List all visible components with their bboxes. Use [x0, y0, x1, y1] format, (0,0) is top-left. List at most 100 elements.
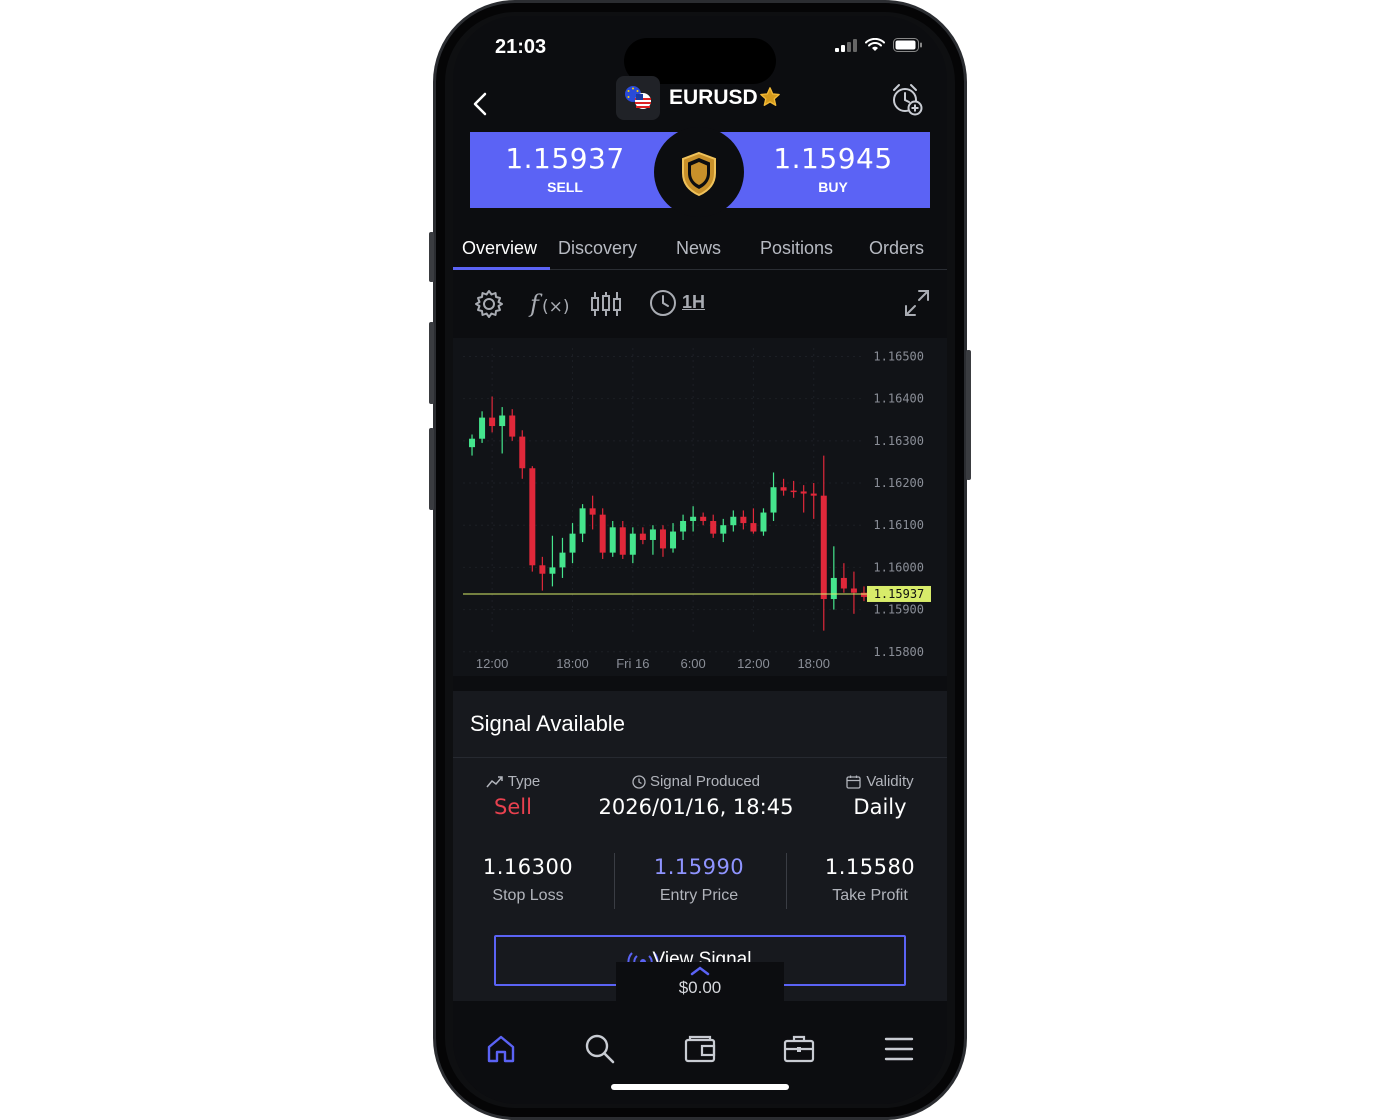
x-tick-label: 18:00 [556, 656, 589, 671]
battery-icon [893, 38, 922, 52]
nav-wallet[interactable] [680, 1029, 720, 1069]
candlestick-chart-icon[interactable] [590, 288, 622, 320]
clock-icon[interactable] [648, 288, 678, 318]
candle-body [559, 552, 566, 568]
bottom-nav [453, 1001, 947, 1104]
nav-home[interactable] [481, 1029, 521, 1069]
candle-body [840, 577, 847, 589]
candle-body [589, 508, 596, 515]
cellular-signal-icon [835, 39, 857, 52]
power-button [966, 350, 971, 480]
signal-produced: Signal Produced 2026/01/16, 18:45 [585, 773, 807, 819]
take-profit-label: Take Profit [832, 887, 908, 904]
x-tick-label: 12:00 [737, 656, 770, 671]
candle-body [750, 523, 757, 532]
candle-body [770, 487, 777, 513]
currency-flags-icon [616, 76, 660, 120]
candle-body [680, 520, 687, 532]
status-bar: 21:03 [453, 16, 947, 84]
y-tick-label: 1.15900 [873, 603, 924, 617]
candle-body [659, 529, 666, 549]
y-tick-label: 1.16200 [873, 476, 924, 490]
entry-price: 1.15990 Entry Price [624, 855, 774, 905]
type-value: Sell [494, 795, 532, 819]
nav-search[interactable] [580, 1029, 620, 1069]
price-chart[interactable]: 1.16500 1.16400 1.16300 1.16200 1.16100 1.160… [453, 338, 947, 676]
favorite-star-icon[interactable] [759, 86, 781, 108]
divider [614, 853, 615, 909]
candle-body [810, 493, 817, 496]
timeframe-selector[interactable]: 1H [682, 292, 705, 313]
take-profit: 1.15580 Take Profit [795, 855, 945, 905]
validity-value: Daily [853, 795, 907, 819]
candle-body [549, 567, 556, 574]
candle-body [860, 592, 867, 597]
candle-body [569, 533, 576, 553]
back-button[interactable] [465, 84, 495, 124]
pair-title: EURUSD [669, 86, 758, 109]
app-screen: 21:03 EURUSD 1.15937 SELL 1.15945 BUY Ov… [453, 16, 947, 1104]
candle-body [619, 527, 626, 555]
y-tick-label: 1.16000 [873, 560, 924, 574]
protection-button[interactable] [654, 127, 744, 217]
tab-discovery[interactable]: Discovery [558, 238, 637, 259]
y-tick-label: 1.16100 [873, 518, 924, 532]
signal-type: Type Sell [467, 773, 559, 819]
section-tabs: Overview Discovery News Positions Orders [453, 230, 947, 270]
entry-price-label: Entry Price [659, 887, 739, 904]
y-tick-label: 1.15800 [873, 645, 924, 659]
candle-body [800, 491, 807, 494]
tab-news[interactable]: News [676, 238, 721, 259]
candle-body [599, 514, 606, 553]
home-indicator [611, 1084, 789, 1090]
candlestick-chart[interactable]: 1.16500 1.16400 1.16300 1.16200 1.16100 1.160… [453, 338, 947, 676]
balance-amount: $0.00 [678, 978, 722, 997]
candle-body [740, 516, 747, 524]
buy-button[interactable]: 1.15945 BUY [738, 142, 928, 195]
y-tick-label: 1.16500 [873, 349, 924, 363]
mute-switch [429, 232, 434, 282]
candle-body [820, 495, 827, 600]
current-price-label: 1.15937 [874, 587, 925, 601]
x-tick-label: 12:00 [476, 656, 509, 671]
indicators-icon[interactable]: f (×) [528, 288, 568, 320]
nav-menu[interactable] [879, 1029, 919, 1069]
sell-button[interactable]: 1.15937 SELL [470, 142, 660, 195]
signal-validity: Validity Daily [833, 773, 927, 819]
calendar-icon [846, 775, 862, 789]
candle-body [730, 516, 737, 526]
chart-toolbar: f (×) 1H [453, 282, 947, 326]
gear-icon[interactable] [473, 288, 505, 320]
nav-portfolio[interactable] [779, 1029, 819, 1069]
expand-icon[interactable] [903, 288, 931, 318]
divider [453, 757, 947, 758]
sell-price: 1.15937 [505, 142, 625, 175]
candle-body [489, 417, 496, 427]
instrument-header: EURUSD [453, 76, 947, 132]
search-icon [585, 1034, 615, 1064]
candle-body [780, 487, 787, 491]
candle-body [670, 531, 677, 549]
shield-icon [682, 151, 716, 197]
type-label: Type [507, 773, 541, 790]
buy-price: 1.15945 [773, 142, 893, 175]
clock-icon [632, 774, 646, 789]
signal-title: Signal Available [470, 711, 625, 736]
buy-label: BUY [818, 179, 848, 195]
tab-positions[interactable]: Positions [760, 238, 833, 259]
wifi-icon [865, 38, 885, 51]
status-icons [835, 38, 923, 52]
price-alert-icon[interactable] [889, 81, 925, 117]
y-tick-label: 1.16300 [873, 434, 924, 448]
entry-price-value: 1.15990 [653, 855, 745, 879]
candle-body [700, 516, 707, 521]
candle-body [519, 436, 526, 469]
candle-body [479, 417, 486, 439]
candle-body [690, 516, 697, 521]
tab-overview[interactable]: Overview [462, 238, 537, 259]
candle-body [830, 577, 837, 600]
candle-body [469, 438, 476, 448]
tab-orders[interactable]: Orders [869, 238, 924, 259]
chevron-up-icon [690, 966, 710, 976]
candle-body [629, 533, 636, 555]
